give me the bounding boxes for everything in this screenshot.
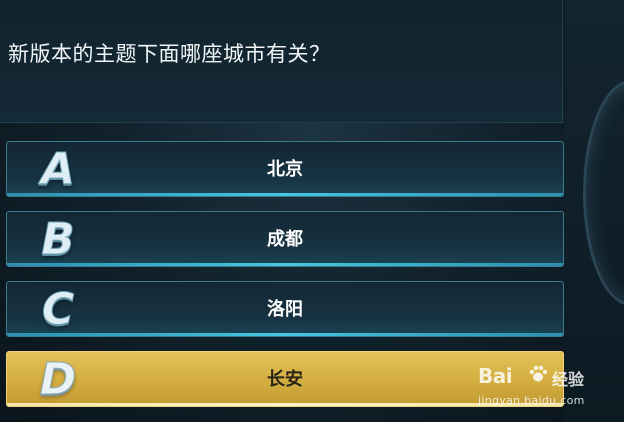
- baidu-jingyan-watermark: Bai 经验 jingyan.baidu.com: [478, 362, 618, 418]
- watermark-suffix: 经验: [552, 370, 585, 389]
- option-c-button[interactable]: C 洛阳: [6, 281, 564, 337]
- decorative-arc: [583, 80, 624, 306]
- watermark-brand: Bai: [478, 364, 513, 388]
- watermark-domain: jingyan.baidu.com: [478, 394, 585, 407]
- option-c-text: 洛阳: [267, 299, 303, 320]
- question-panel: 新版本的主题下面哪座城市有关？: [0, 0, 563, 123]
- option-b-button[interactable]: B 成都: [6, 211, 564, 267]
- quiz-screen: 新版本的主题下面哪座城市有关？ A 北京 B 成都 C 洛阳 D 长安 Bai …: [0, 0, 624, 422]
- question-text: 新版本的主题下面哪座城市有关？: [8, 42, 331, 66]
- decorative-side-panel: [565, 0, 624, 422]
- option-b-text: 成都: [267, 229, 303, 250]
- option-a-button[interactable]: A 北京: [6, 141, 564, 197]
- option-a-text: 北京: [267, 159, 303, 180]
- paw-icon: [529, 365, 548, 382]
